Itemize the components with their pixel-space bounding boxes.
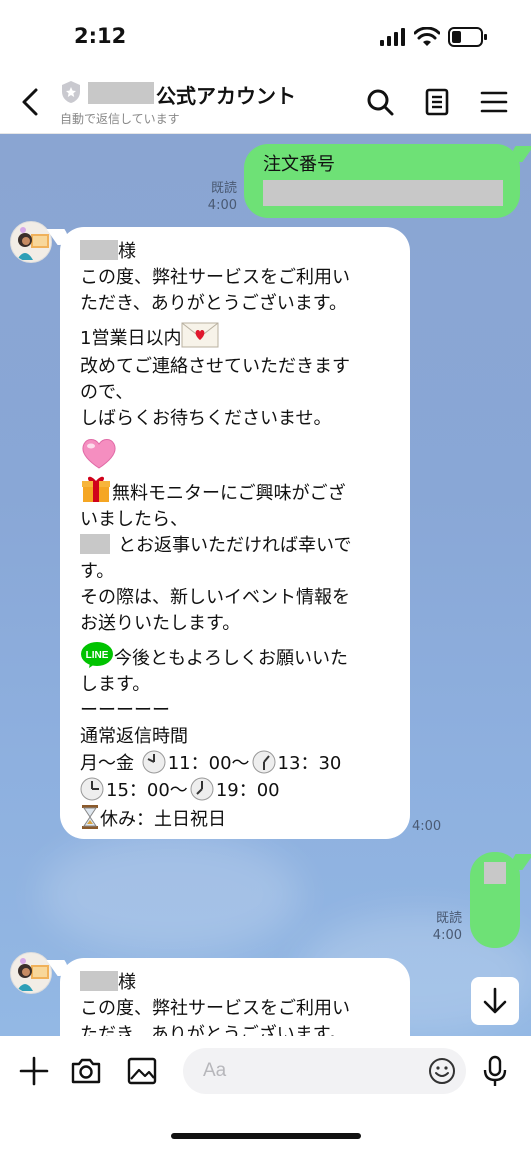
clock-icon [190, 777, 214, 801]
message-line: 15：00～ [106, 780, 188, 801]
message-line: ただき、ありがとうございます。 [80, 1024, 347, 1036]
message-line: 13：30 [277, 753, 342, 774]
message-line: 11：00～ [167, 753, 250, 774]
redacted-content [484, 862, 506, 884]
mic-icon[interactable] [478, 1054, 512, 1088]
clock-icon [80, 777, 104, 801]
avatar[interactable] [10, 221, 52, 263]
gift-icon [82, 476, 110, 502]
order-number-redacted [263, 180, 503, 206]
hourglass-icon [82, 805, 98, 829]
chat-title: 公式アカウント [156, 84, 296, 108]
message-line: します。 [80, 674, 151, 695]
plus-icon[interactable] [17, 1054, 51, 1088]
search-icon[interactable] [364, 86, 396, 118]
back-icon[interactable] [16, 84, 44, 120]
heart-icon [82, 439, 116, 469]
avatar[interactable] [10, 952, 52, 994]
message-line: その際は、新しいイベント情報を [80, 587, 350, 608]
status-time: 2:12 [74, 24, 127, 48]
read-receipt: 既読 [435, 911, 462, 926]
message-line: しばらくお待ちくださいませ。 [80, 408, 332, 429]
message-line: お送りいたします。 [80, 613, 241, 634]
emoji-icon[interactable] [428, 1057, 456, 1085]
message-meta: 既読 4:00 [426, 910, 462, 944]
signal-icon [380, 28, 405, 46]
message-line: 無料モニターにご興味がござ [112, 483, 346, 504]
message-line: 改めてご連絡させていただきます [80, 356, 350, 377]
line-logo-icon: LINE [81, 642, 113, 668]
auto-reply-status: 自動で返信しています [60, 112, 180, 126]
arrow-down-icon [483, 987, 507, 1014]
customer-name-redacted [80, 971, 118, 991]
message-line: 通常返信時間 [80, 726, 188, 747]
chat-header: 公式アカウント 自動で返信しています [0, 72, 531, 134]
message-line: ので、 [80, 382, 134, 403]
message-bubble-outgoing[interactable]: 注文番号 [244, 144, 520, 218]
message-line: いましたら、 [80, 509, 188, 530]
image-icon[interactable] [125, 1054, 159, 1088]
message-line: 様 [118, 241, 136, 262]
message-text: 注文番号 [263, 154, 335, 175]
customer-name-redacted [80, 240, 118, 260]
menu-icon[interactable] [478, 86, 510, 118]
message-line: この度、弊社サービスをご利用い [80, 267, 350, 288]
message-line: 今後ともよろしくお願いいた [114, 648, 348, 669]
message-time: 4:00 [432, 928, 462, 943]
message-input[interactable] [203, 1058, 423, 1084]
message-line: この度、弊社サービスをご利用い [80, 998, 350, 1019]
message-meta: 既読 4:00 [192, 180, 237, 214]
message-line: とお返事いただければ幸いで [118, 535, 352, 556]
message-time: 4:00 [412, 819, 442, 834]
svg-text:LINE: LINE [86, 650, 109, 661]
message-bubble-incoming[interactable]: 様 この度、弊社サービスをご利用い ただき、ありがとうございます。 [60, 958, 410, 1036]
notes-icon[interactable] [421, 86, 453, 118]
message-bubble-incoming[interactable]: 様 この度、弊社サービスをご利用い ただき、ありがとうございます。 1営業日以内… [60, 227, 410, 839]
home-indicator[interactable] [171, 1133, 361, 1139]
wifi-icon [414, 27, 440, 46]
love-letter-icon [181, 322, 219, 348]
shield-icon [62, 81, 80, 103]
chat-area[interactable]: 既読 4:00 注文番号 様 この度、弊社サービスをご利用い ただき、ありがとう… [0, 134, 531, 1036]
status-bar: 2:12 [0, 0, 531, 72]
reply-keyword-redacted [80, 534, 110, 554]
clock-icon [142, 750, 166, 774]
message-line: 1営業日以内 [80, 328, 182, 349]
message-line: 休み：土日祝日 [100, 809, 226, 830]
message-line: 19：00 [215, 780, 280, 801]
camera-icon[interactable] [69, 1054, 103, 1088]
message-line: す。 [80, 561, 115, 582]
message-line: ーーーーー [80, 700, 170, 721]
message-compose[interactable] [183, 1048, 466, 1094]
message-line: 月～金 [80, 753, 140, 774]
message-time: 4:00 [207, 198, 237, 213]
message-line: ただき、ありがとうございます。 [80, 293, 347, 314]
battery-icon [448, 27, 487, 47]
background-cloud [40, 834, 300, 954]
account-name-redacted [88, 82, 154, 104]
message-bubble-outgoing[interactable] [470, 852, 520, 948]
read-receipt: 既読 [210, 181, 237, 196]
message-line: 様 [118, 972, 136, 993]
scroll-to-bottom-button[interactable] [471, 977, 519, 1025]
clock-icon [252, 750, 276, 774]
